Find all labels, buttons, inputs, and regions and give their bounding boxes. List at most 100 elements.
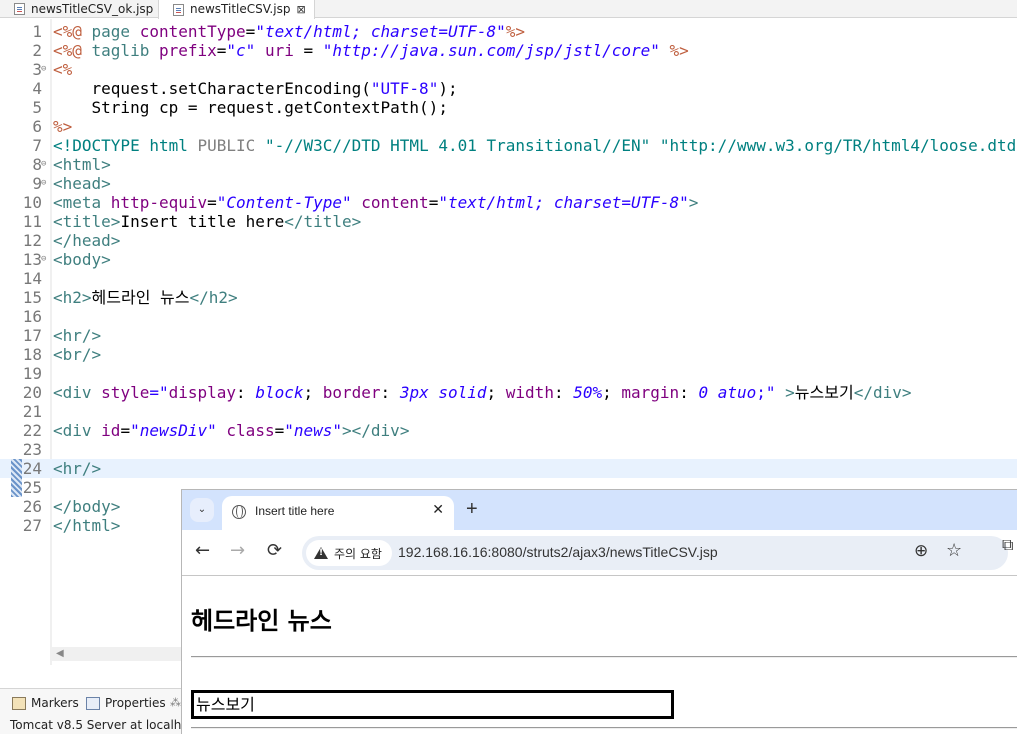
fold-icon[interactable]: ⊖ (41, 155, 46, 174)
reload-button[interactable]: ⟳ (267, 540, 282, 561)
line-number: 2 (32, 41, 42, 60)
line-number: 25 (22, 478, 42, 497)
code-token: : (236, 383, 256, 402)
line-number: 5 (32, 98, 42, 117)
horizontal-rule (191, 727, 1017, 729)
line-number: 8 (32, 155, 42, 174)
globe-icon (232, 505, 246, 519)
code-token: : (380, 383, 400, 402)
new-tab-button[interactable]: + (466, 498, 478, 521)
code-token: uri (255, 41, 304, 60)
browser-toolbar: ← → ⟳ 주의 요함 192.168.16.16:8080/struts2/a… (182, 530, 1017, 576)
code-token: http-equiv (110, 193, 208, 212)
jsp-file-icon (173, 3, 184, 16)
markers-tab[interactable]: Markers (12, 696, 79, 710)
forward-button[interactable]: → (230, 540, 245, 561)
servers-tab[interactable]: ⁂ (170, 696, 181, 709)
url-text[interactable]: 192.168.16.16:8080/struts2/ajax3/newsTit… (398, 544, 718, 560)
address-bar[interactable]: 주의 요함 192.168.16.16:8080/struts2/ajax3/n… (302, 536, 1008, 570)
close-tab-icon[interactable]: ⊠ (296, 1, 305, 18)
code-token: %> (53, 117, 73, 136)
code-token: ;" (756, 383, 786, 402)
code-token: <hr/> (53, 459, 102, 478)
server-entry[interactable]: Tomcat v8.5 Server at localhost (10, 718, 200, 732)
code-token: %> (659, 41, 689, 60)
line-number: 20 (22, 383, 42, 402)
code-token: <%@ (53, 22, 92, 41)
code-token: 0 atuo (698, 383, 757, 402)
code-token: = (428, 193, 439, 212)
fold-icon[interactable]: ⊖ (41, 174, 46, 193)
line-number: 19 (22, 364, 42, 383)
code-token: Insert title here (120, 212, 285, 231)
code-token: = (245, 22, 256, 41)
code-token: "http://java.sun.com/jsp/jstl/core" (322, 41, 660, 60)
code-token: 헤드라인 뉴스 (91, 288, 190, 307)
security-chip[interactable]: 주의 요함 (306, 540, 392, 566)
extensions-icon[interactable]: ⧉ (1002, 535, 1013, 555)
editor-tab-newsTitleCSV-ok[interactable]: newsTitleCSV_ok.jsp (14, 0, 153, 18)
code-token: </title> (284, 212, 362, 231)
code-token: =" (149, 383, 169, 402)
line-number: 16 (22, 307, 42, 326)
editor-tab-label: newsTitleCSV.jsp (190, 2, 291, 16)
code-token: %> (505, 22, 526, 41)
markers-icon (12, 696, 26, 710)
bookmark-star-icon[interactable]: ☆ (946, 540, 962, 561)
code-token: 뉴스보기 (794, 383, 854, 402)
code-token: contentType (139, 22, 246, 41)
browser-tab[interactable]: Insert title here ✕ (222, 496, 454, 530)
properties-tab[interactable]: Properties (86, 696, 166, 710)
browser-viewport: 헤드라인 뉴스 뉴스보기 (182, 577, 1017, 734)
line-number: 22 (22, 421, 42, 440)
news-view-box[interactable]: 뉴스보기 (191, 690, 674, 719)
zoom-icon[interactable]: ⊕ (914, 541, 928, 561)
properties-tab-label: Properties (105, 696, 166, 710)
line-number: 10 (22, 193, 42, 212)
code-token: content (351, 193, 429, 212)
bottom-panel: Markers Properties ⁂ Tomcat v8.5 Server … (0, 688, 200, 734)
code-token: "text/html; charset=UTF-8" (438, 193, 689, 212)
fold-icon[interactable]: ⊖ (41, 60, 46, 79)
line-number: 26 (22, 497, 42, 516)
security-chip-label: 주의 요함 (334, 546, 382, 561)
code-token: "news" (284, 421, 343, 440)
line-number: 6 (32, 117, 42, 136)
horizontal-rule (191, 656, 1017, 658)
code-token: class (216, 421, 275, 440)
markers-tab-label: Markers (31, 696, 79, 710)
servers-icon: ⁂ (170, 696, 181, 709)
code-token: = (216, 41, 227, 60)
code-token: "newsDiv" (130, 421, 217, 440)
code-token: > (785, 383, 795, 402)
line-number: 23 (22, 440, 42, 459)
editor-tab-newsTitleCSV[interactable]: newsTitleCSV.jsp ⊠ (158, 0, 315, 19)
code-token: <!DOCTYPE html (53, 136, 198, 155)
chevron-down-icon[interactable]: ⌄ (190, 498, 214, 522)
line-number: 15 (22, 288, 42, 307)
code-token: <html> (53, 155, 111, 174)
code-token: </body> (53, 497, 121, 516)
scroll-left-icon[interactable]: ◀ (56, 647, 64, 661)
code-token: margin (621, 383, 680, 402)
code-token: style (101, 383, 150, 402)
close-icon[interactable]: ✕ (432, 501, 444, 518)
jsp-file-icon (14, 3, 25, 15)
back-button[interactable]: ← (195, 540, 210, 561)
code-token: <head> (53, 174, 111, 193)
warning-icon (314, 547, 328, 559)
properties-icon (86, 696, 100, 710)
code-token: <hr/> (53, 326, 102, 345)
line-number: 18 (22, 345, 42, 364)
current-line-highlight (0, 459, 1017, 478)
code-token: "Content-Type" (216, 193, 352, 212)
code-token: width (505, 383, 554, 402)
fold-icon[interactable]: ⊖ (41, 250, 46, 269)
code-token: 50% (573, 383, 603, 402)
editor-ruler (50, 19, 52, 665)
line-number: 24 (22, 459, 42, 478)
line-number: 4 (32, 79, 42, 98)
code-token: ></div> (342, 421, 410, 440)
code-token: PUBLIC (197, 136, 265, 155)
code-token: </div> (853, 383, 912, 402)
